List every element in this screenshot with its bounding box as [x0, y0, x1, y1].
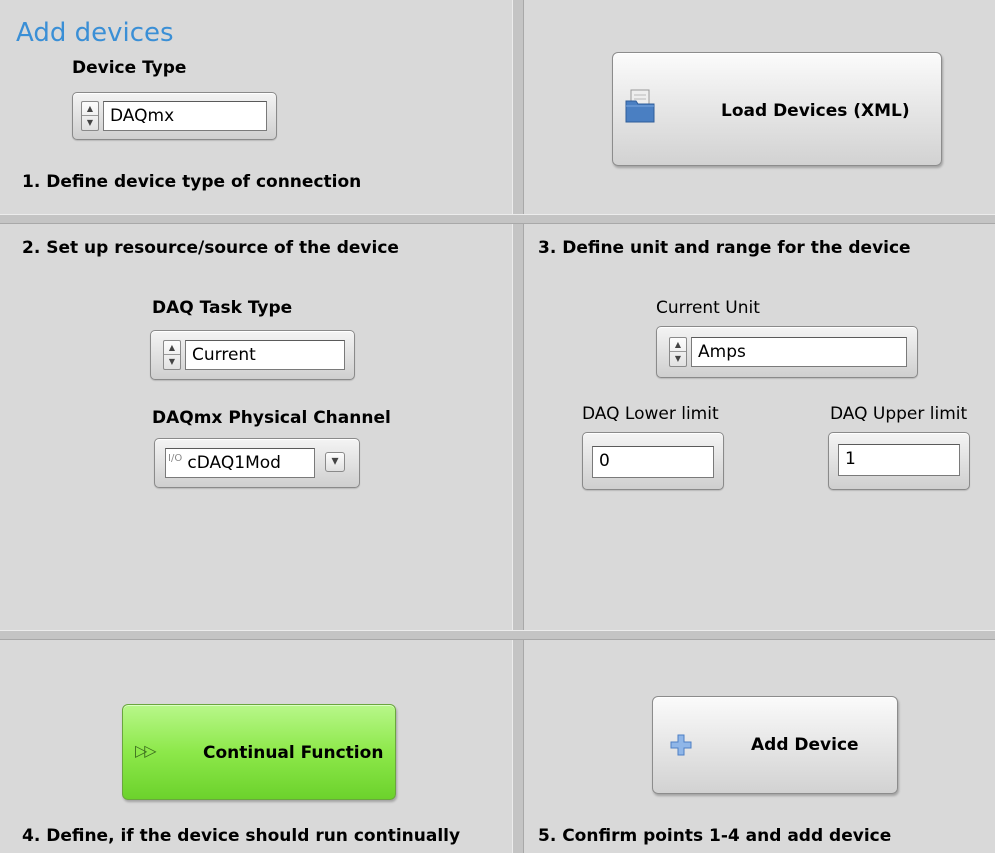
step-3-text: 3. Define unit and range for the device — [538, 238, 911, 258]
upper-limit-label: DAQ Upper limit — [830, 404, 968, 424]
device-type-spinner[interactable]: ▲ ▼ — [81, 101, 99, 131]
spinner-down-icon[interactable]: ▼ — [670, 352, 686, 366]
task-type-field[interactable]: Current — [185, 340, 345, 370]
spinner-up-icon[interactable]: ▲ — [82, 102, 98, 116]
device-type-ring[interactable]: ▲ ▼ DAQmx — [72, 92, 277, 140]
channel-field[interactable]: I/O cDAQ1Mod — [165, 448, 315, 478]
spinner-up-icon[interactable]: ▲ — [164, 341, 180, 355]
io-channel-icon: I/O — [168, 453, 183, 464]
fast-forward-icon: ▷▷ — [135, 741, 157, 760]
spinner-up-icon[interactable]: ▲ — [670, 338, 686, 352]
channel-label: DAQmx Physical Channel — [152, 408, 391, 428]
channel-dropdown-button[interactable]: ▾ — [325, 452, 345, 472]
horizontal-splitter-bottom[interactable] — [0, 630, 995, 640]
lower-limit-field[interactable]: 0 — [592, 446, 714, 478]
task-type-ring[interactable]: ▲ ▼ Current — [150, 330, 355, 380]
continual-function-button[interactable]: ▷▷ Continual Function — [122, 704, 396, 800]
step-2-text: 2. Set up resource/source of the device — [22, 238, 399, 258]
horizontal-splitter-top[interactable] — [0, 214, 995, 224]
task-type-label: DAQ Task Type — [152, 298, 293, 318]
current-unit-field[interactable]: Amps — [691, 337, 907, 367]
add-device-label: Add Device — [751, 735, 859, 755]
upper-limit-control[interactable]: 1 — [828, 432, 970, 490]
upper-limit-field[interactable]: 1 — [838, 444, 960, 476]
step-4-text: 4. Define, if the device should run cont… — [22, 826, 461, 846]
device-type-field[interactable]: DAQmx — [103, 101, 267, 131]
panel-unit-range — [524, 224, 995, 630]
continual-function-label: Continual Function — [203, 743, 384, 763]
vertical-splitter[interactable] — [512, 0, 524, 853]
step-5-text: 5. Confirm points 1-4 and add device — [538, 826, 892, 846]
current-unit-label: Current Unit — [656, 298, 760, 318]
channel-control[interactable]: I/O cDAQ1Mod ▾ — [154, 438, 360, 488]
channel-value: cDAQ1Mod — [187, 453, 281, 473]
step-1-text: 1. Define device type of connection — [22, 172, 362, 192]
lower-limit-control[interactable]: 0 — [582, 432, 724, 490]
current-unit-spinner[interactable]: ▲ ▼ — [669, 337, 687, 367]
chevron-down-icon: ▾ — [331, 453, 339, 469]
current-unit-ring[interactable]: ▲ ▼ Amps — [656, 326, 918, 378]
spinner-down-icon[interactable]: ▼ — [82, 116, 98, 130]
task-type-spinner[interactable]: ▲ ▼ — [163, 340, 181, 370]
page-title: Add devices — [16, 18, 174, 48]
folder-icon — [625, 89, 655, 123]
device-type-label: Device Type — [72, 58, 187, 78]
lower-limit-label: DAQ Lower limit — [582, 404, 719, 424]
load-devices-button[interactable]: Load Devices (XML) — [612, 52, 942, 166]
load-devices-label: Load Devices (XML) — [721, 101, 910, 121]
plus-icon — [669, 733, 693, 757]
add-device-button[interactable]: Add Device — [652, 696, 898, 794]
spinner-down-icon[interactable]: ▼ — [164, 355, 180, 369]
